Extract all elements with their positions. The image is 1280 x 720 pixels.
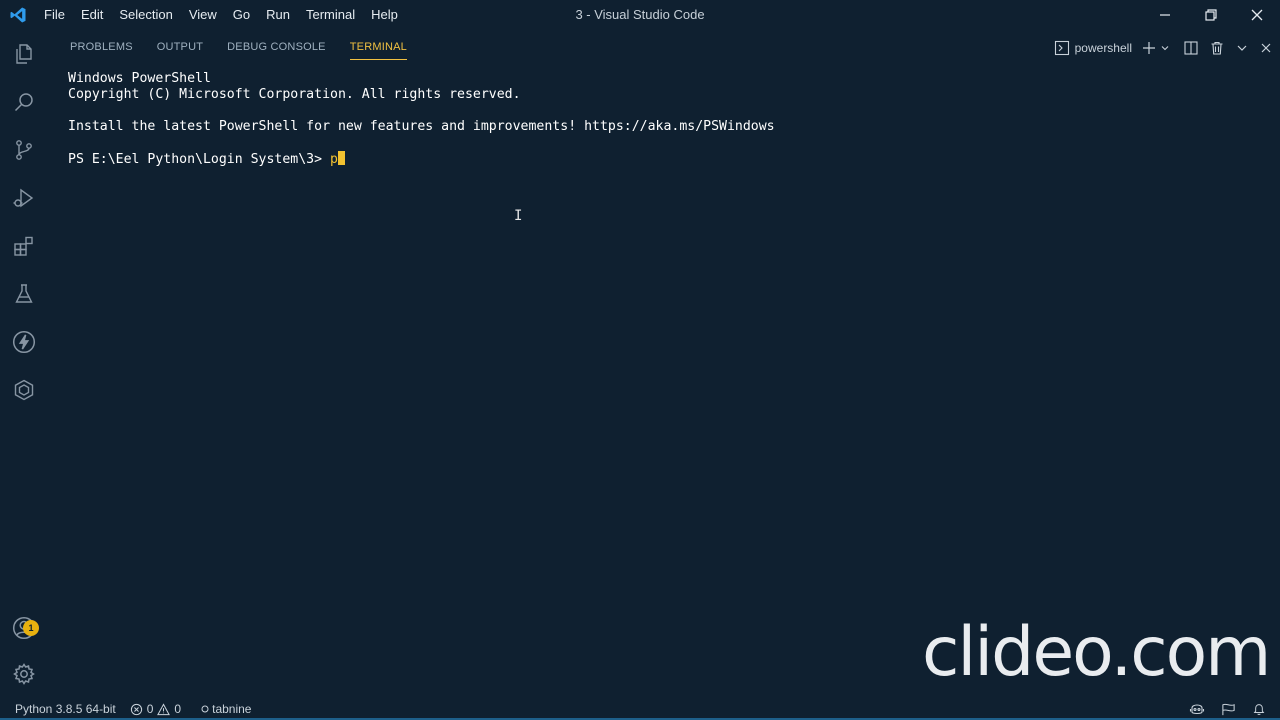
- ibeam-cursor-icon: I: [514, 208, 523, 224]
- trash-icon: [1211, 41, 1223, 55]
- panel-actions: powershell: [1046, 36, 1272, 60]
- feedback-button[interactable]: [1213, 698, 1244, 720]
- tab-problems[interactable]: PROBLEMS: [58, 34, 145, 64]
- new-terminal-button[interactable]: [1142, 41, 1170, 55]
- window-controls: [1142, 0, 1280, 30]
- feedback-icon: [1222, 703, 1235, 715]
- activity-bar: 1: [0, 30, 48, 698]
- run-debug-icon[interactable]: [0, 174, 48, 222]
- maximize-panel-button[interactable]: [1236, 42, 1248, 54]
- close-icon: [1261, 43, 1271, 53]
- close-icon: [1251, 9, 1263, 21]
- menu-terminal[interactable]: Terminal: [298, 0, 363, 30]
- source-control-icon[interactable]: [0, 126, 48, 174]
- close-window-button[interactable]: [1234, 0, 1280, 30]
- restore-button[interactable]: [1188, 0, 1234, 30]
- menu-selection[interactable]: Selection: [111, 0, 180, 30]
- shell-name: powershell: [1074, 41, 1132, 55]
- problems-status[interactable]: 0 0: [123, 698, 188, 720]
- restore-icon: [1205, 9, 1217, 21]
- terminal-cursor: [337, 151, 345, 165]
- chevron-down-icon: [1237, 45, 1247, 51]
- error-count: 0: [146, 702, 154, 716]
- explorer-icon[interactable]: [0, 30, 48, 78]
- minimize-icon: [1160, 14, 1170, 16]
- terminal-icon: [1054, 40, 1069, 56]
- chevron-down-icon: [1161, 46, 1169, 51]
- watermark-logo: clideo.com: [922, 613, 1271, 692]
- close-panel-button[interactable]: [1260, 42, 1272, 54]
- bell-icon: [1253, 704, 1265, 715]
- notifications-button[interactable]: [1244, 698, 1274, 720]
- accounts-icon[interactable]: 1: [0, 604, 48, 652]
- terminal-prompt-line: PS E:\Eel Python\Login System\3> p: [68, 151, 1268, 167]
- status-bar: Python 3.8.5 64-bit 0 0 tabnine: [0, 698, 1280, 720]
- settings-gear-icon[interactable]: [0, 650, 48, 698]
- menu-bar: File Edit Selection View Go Run Terminal…: [36, 0, 406, 30]
- terminal-output[interactable]: Windows PowerShell Copyright (C) Microso…: [68, 71, 1268, 167]
- tab-terminal[interactable]: TERMINAL: [338, 34, 419, 64]
- error-icon: [130, 703, 142, 715]
- menu-view[interactable]: View: [181, 0, 225, 30]
- panel-tab-bar: PROBLEMS OUTPUT DEBUG CONSOLE TERMINAL: [58, 34, 419, 64]
- title-bar: File Edit Selection View Go Run Terminal…: [0, 0, 1280, 30]
- cube-icon[interactable]: [0, 366, 48, 414]
- tabnine-status[interactable]: tabnine: [194, 698, 258, 720]
- copilot-button[interactable]: [1181, 698, 1213, 720]
- terminal-prompt: PS E:\Eel Python\Login System\3>: [68, 152, 331, 167]
- status-bar-right: [1181, 698, 1274, 720]
- split-icon: [1184, 41, 1198, 55]
- tabnine-icon: [201, 705, 209, 713]
- terminal-line: Copyright (C) Microsoft Corporation. All…: [68, 87, 521, 102]
- python-interpreter-status[interactable]: Python 3.8.5 64-bit: [0, 698, 123, 720]
- menu-go[interactable]: Go: [225, 0, 258, 30]
- tab-debug-console[interactable]: DEBUG CONSOLE: [215, 34, 338, 64]
- plus-icon: [1143, 42, 1155, 54]
- testing-icon[interactable]: [0, 270, 48, 318]
- warning-icon: [157, 702, 171, 715]
- warning-count: 0: [174, 702, 182, 716]
- search-icon[interactable]: [0, 78, 48, 126]
- lightning-icon[interactable]: [0, 318, 48, 366]
- accounts-badge: 1: [23, 620, 39, 636]
- menu-help[interactable]: Help: [363, 0, 406, 30]
- tab-output[interactable]: OUTPUT: [145, 34, 215, 64]
- tabnine-label: tabnine: [212, 702, 252, 716]
- terminal-shell-selector[interactable]: powershell: [1054, 40, 1132, 56]
- copilot-icon: [1189, 704, 1205, 715]
- extensions-icon[interactable]: [0, 222, 48, 270]
- menu-run[interactable]: Run: [258, 0, 298, 30]
- terminal-input: p: [330, 152, 338, 167]
- vscode-logo-icon: [0, 0, 36, 30]
- menu-edit[interactable]: Edit: [73, 0, 111, 30]
- split-terminal-button[interactable]: [1184, 41, 1198, 55]
- kill-terminal-button[interactable]: [1210, 41, 1224, 55]
- terminal-line: Install the latest PowerShell for new fe…: [68, 119, 775, 134]
- menu-file[interactable]: File: [36, 0, 73, 30]
- minimize-button[interactable]: [1142, 0, 1188, 30]
- terminal-line: Windows PowerShell: [68, 71, 211, 86]
